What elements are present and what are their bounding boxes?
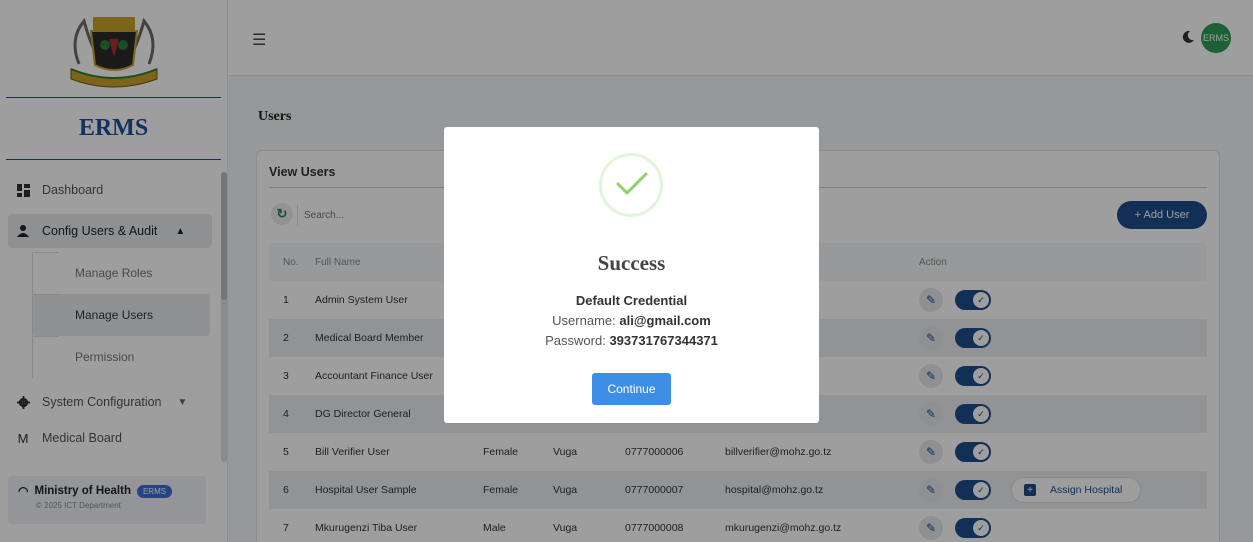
username-label: Username: [552,313,616,328]
modal-heading: Default Credential [575,293,688,308]
success-modal: Success Default Credential Username: ali… [444,127,819,423]
modal-title: Success [597,251,666,275]
success-check-icon [599,153,663,217]
modal-password: Password: 393731767344371 [444,333,819,348]
username-value: ali@gmail.com [619,313,711,328]
continue-button[interactable]: Continue [592,373,671,405]
password-label: Password: [545,333,606,348]
password-value: 393731767344371 [609,333,718,348]
modal-username: Username: ali@gmail.com [444,313,819,328]
